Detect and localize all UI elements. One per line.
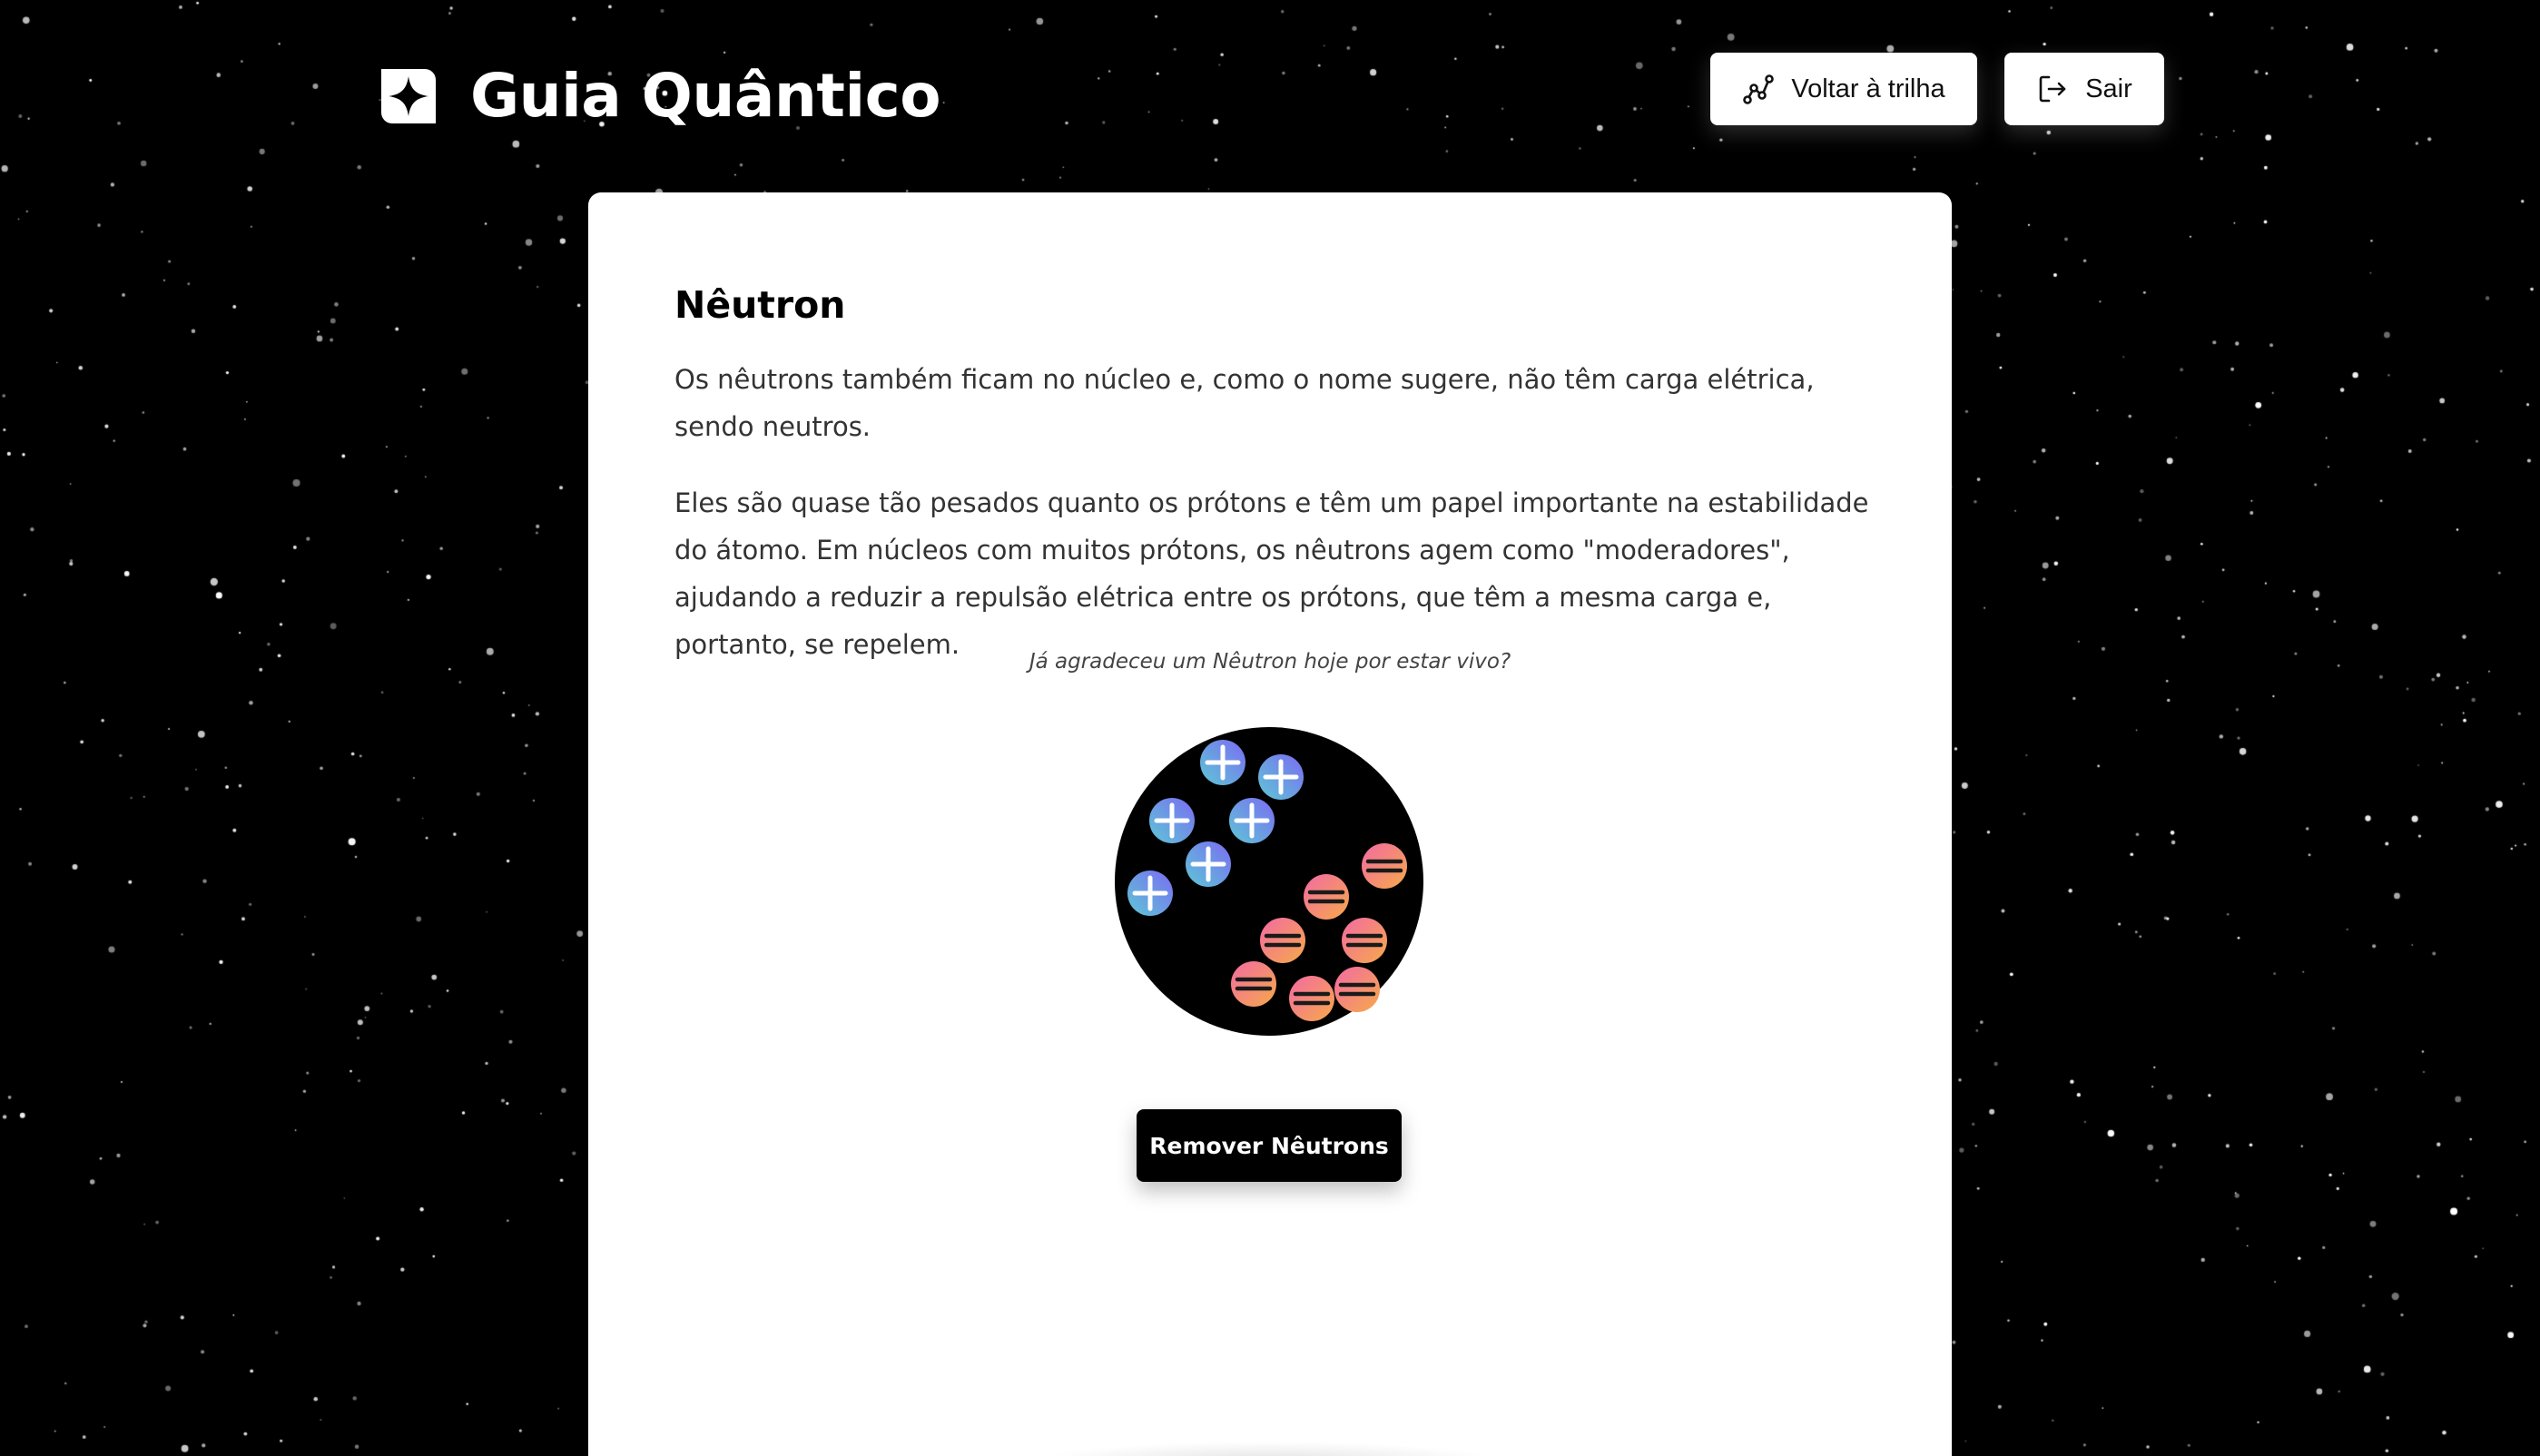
logout-label: Sair bbox=[2085, 74, 2132, 103]
proton bbox=[1258, 754, 1304, 800]
logout-button[interactable]: Sair bbox=[2004, 53, 2164, 125]
neutron bbox=[1289, 976, 1334, 1021]
neutron bbox=[1362, 843, 1407, 889]
back-to-trail-label: Voltar à trilha bbox=[1791, 74, 1945, 103]
trail-path-icon bbox=[1743, 74, 1775, 104]
brand[interactable]: Guia Quântico bbox=[376, 61, 941, 131]
neutron bbox=[1304, 874, 1349, 920]
proton bbox=[1229, 798, 1275, 843]
lesson-title: Nêutron bbox=[674, 283, 846, 327]
lesson-card: Nêutron Os nêutrons também ficam no núcl… bbox=[588, 192, 1952, 1456]
proton bbox=[1200, 740, 1245, 785]
proton bbox=[1127, 871, 1173, 916]
neutron bbox=[1260, 918, 1305, 963]
lesson-paragraph-1: Os nêutrons também ficam no núcleo e, co… bbox=[674, 364, 1815, 442]
lesson-paragraph-2: Eles são quase tão pesados quanto os pró… bbox=[674, 487, 1869, 660]
back-to-trail-button[interactable]: Voltar à trilha bbox=[1710, 53, 1977, 125]
nucleus-illustration bbox=[1115, 727, 1423, 1036]
card-bottom-shadow bbox=[1042, 1441, 1496, 1456]
top-bar: Guia Quântico Voltar à trilha Sair bbox=[0, 0, 2540, 182]
logout-icon bbox=[2039, 75, 2066, 103]
brand-title: Guia Quântico bbox=[470, 61, 941, 131]
neutron bbox=[1231, 961, 1276, 1007]
lesson-quote: Já agradeceu um Nêutron hoje por estar v… bbox=[1029, 650, 1511, 674]
remove-neutrons-button[interactable]: Remover Nêutrons bbox=[1137, 1109, 1402, 1182]
proton bbox=[1149, 798, 1195, 843]
proton bbox=[1186, 841, 1231, 887]
neutron bbox=[1342, 918, 1387, 963]
neutron bbox=[1334, 967, 1380, 1012]
sparkle-logo-icon bbox=[381, 69, 436, 123]
